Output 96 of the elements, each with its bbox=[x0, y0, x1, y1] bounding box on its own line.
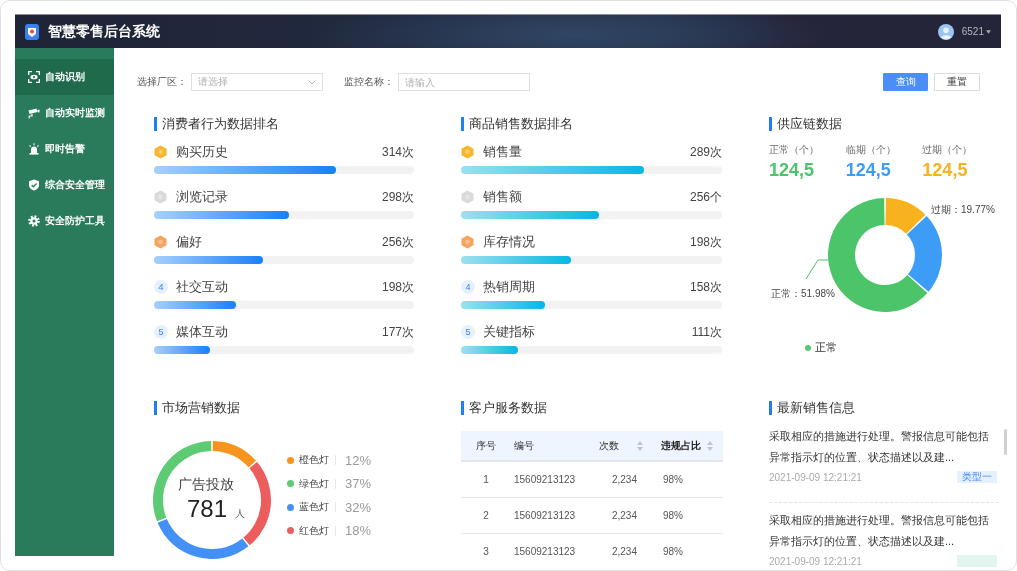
chart-label: 正常：51.98% bbox=[771, 288, 835, 299]
table-cell: 2,234 bbox=[591, 461, 651, 498]
rank-label: 购买历史 bbox=[176, 143, 229, 161]
panel-title: 商品销售数据排名 bbox=[461, 117, 722, 131]
column-header[interactable]: 次数 bbox=[591, 431, 651, 461]
legend-percent: 18% bbox=[344, 523, 372, 538]
rank-label: 销售量 bbox=[483, 143, 523, 161]
rank-label: 销售额 bbox=[483, 188, 523, 206]
rank-value: 289次 bbox=[689, 143, 722, 161]
rank-value: 111次 bbox=[691, 323, 722, 341]
stat-label: 正常（个） bbox=[769, 144, 820, 156]
chevron-down-icon bbox=[308, 79, 316, 85]
legend-label: 橙色灯 bbox=[299, 455, 336, 465]
sidebar-item[interactable]: 综合安全管理 bbox=[15, 167, 114, 203]
panel-title: 消费者行为数据排名 bbox=[154, 117, 414, 131]
sidebar-item[interactable]: 即时告警 bbox=[15, 131, 114, 167]
stat-value: 124,5 bbox=[769, 159, 816, 181]
column-header: 编号 bbox=[511, 431, 591, 461]
scrollbar-thumb[interactable] bbox=[1004, 429, 1007, 455]
legend-label: 正常 bbox=[815, 340, 837, 355]
rank-label: 关键指标 bbox=[483, 323, 536, 341]
sort-icon bbox=[637, 440, 643, 451]
legend-percent: 37% bbox=[344, 476, 372, 491]
stat-label: 临期（个） bbox=[845, 144, 897, 156]
logo-icon bbox=[25, 23, 39, 40]
category-tag: 类型一 bbox=[957, 471, 997, 483]
rank-label: 偏好 bbox=[176, 233, 203, 251]
center-label: 广告投放 bbox=[178, 476, 234, 492]
filter-label: 监控名称： bbox=[344, 75, 394, 89]
message-text: 采取相应的措施进行处理。警报信息可能包括异常指示灯的位置、状态描述以及建... bbox=[769, 429, 990, 465]
avatar-icon bbox=[937, 23, 954, 40]
caret-icon bbox=[986, 29, 991, 34]
leader-line bbox=[805, 259, 829, 280]
rank-value: 198次 bbox=[689, 233, 722, 251]
camera-icon bbox=[28, 107, 40, 119]
message-text: 采取相应的措施进行处理。警报信息可能包括异常指示灯的位置、状态描述以及建... bbox=[769, 513, 990, 549]
rank-number: 5 bbox=[461, 325, 475, 339]
rank-label: 热销周期 bbox=[483, 278, 536, 296]
sidebar-item[interactable]: 安全防护工具 bbox=[15, 203, 114, 239]
panel-title: 供应链数据 bbox=[769, 117, 999, 131]
query-button[interactable]: 查询 bbox=[883, 73, 928, 91]
stat-value: 124,5 bbox=[845, 159, 892, 181]
rank-number: 4 bbox=[154, 280, 168, 294]
rank-label: 库存情况 bbox=[483, 233, 536, 251]
rank-number: 4 bbox=[461, 280, 475, 294]
stat-value: 124,5 bbox=[922, 159, 969, 181]
table-cell: 98% bbox=[651, 497, 723, 534]
input-field[interactable]: 请输入 bbox=[398, 73, 530, 91]
table-cell: 2 bbox=[461, 497, 511, 534]
table-cell: 98% bbox=[651, 533, 723, 569]
rank-label: 社交互动 bbox=[176, 278, 229, 296]
rank-value: 256次 bbox=[381, 233, 414, 251]
app-title: 智慧零售后台系统 bbox=[48, 22, 160, 41]
rank-value: 298次 bbox=[381, 188, 414, 206]
panel-title: 最新销售信息 bbox=[769, 401, 999, 415]
column-header[interactable]: 违规占比 bbox=[651, 431, 723, 461]
shield-check-icon bbox=[28, 179, 40, 191]
sidebar-item[interactable]: 自动实时监测 bbox=[15, 95, 114, 131]
panel-title: 市场营销数据 bbox=[154, 401, 414, 415]
rank-value: 256个 bbox=[689, 188, 722, 206]
sidebar-item[interactable]: 自动识别 bbox=[15, 59, 114, 95]
table-cell: 15609213123 bbox=[511, 533, 591, 569]
rank-value: 158次 bbox=[689, 278, 722, 296]
legend-label: 红色灯 bbox=[299, 525, 336, 536]
reset-button[interactable]: 重置 bbox=[934, 73, 980, 91]
table-cell: 1 bbox=[461, 461, 511, 498]
table-cell: 3 bbox=[461, 533, 511, 569]
gear-icon bbox=[28, 215, 40, 227]
rank-number: 5 bbox=[154, 325, 168, 339]
table-cell: 2,234 bbox=[591, 533, 651, 569]
legend-percent: 32% bbox=[344, 499, 372, 515]
rank-value: 177次 bbox=[381, 323, 414, 341]
chart-label: 过期：19.77% bbox=[931, 204, 995, 215]
column-header: 序号 bbox=[461, 431, 511, 461]
table-cell: 2,234 bbox=[591, 497, 651, 534]
rank-label: 媒体互动 bbox=[176, 323, 229, 341]
table-cell: 15609213123 bbox=[511, 461, 591, 498]
stat-label: 过期（个） bbox=[922, 144, 974, 156]
legend-label: 蓝色灯 bbox=[299, 502, 336, 512]
alarm-light-icon bbox=[28, 143, 40, 155]
center-unit: 人 bbox=[235, 508, 245, 519]
center-value: 781 bbox=[187, 495, 227, 522]
legend-label: 绿色灯 bbox=[299, 478, 336, 489]
timestamp: 2021-09-09 12:21:21 bbox=[769, 471, 862, 483]
legend-percent: 12% bbox=[344, 452, 372, 468]
user-menu-button[interactable]: 6521 bbox=[961, 26, 991, 37]
eye-scan-icon bbox=[28, 71, 40, 83]
rank-value: 198次 bbox=[381, 278, 414, 296]
filter-label: 选择厂区： bbox=[137, 75, 187, 89]
timestamp: 2021-09-09 12:21:21 bbox=[769, 555, 862, 567]
table-cell: 98% bbox=[651, 461, 723, 498]
sort-icon bbox=[707, 440, 713, 451]
table-cell: 15609213123 bbox=[511, 497, 591, 534]
rank-value: 314次 bbox=[381, 143, 414, 161]
panel-title: 客户服务数据 bbox=[461, 401, 722, 415]
rank-label: 浏览记录 bbox=[176, 188, 229, 206]
